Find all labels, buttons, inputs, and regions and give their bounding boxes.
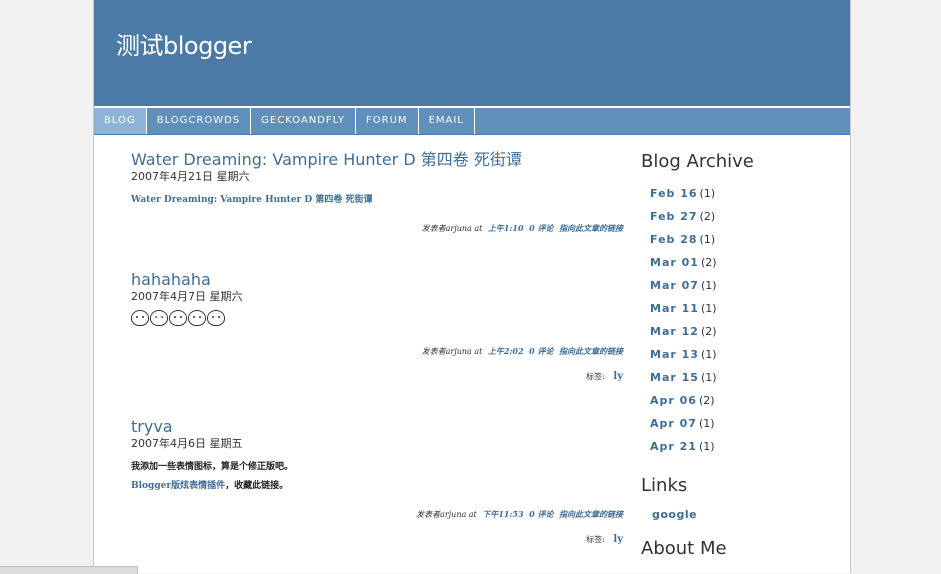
emoticon-icon [169,310,187,326]
archive-item: Mar 01 (2) [641,251,841,274]
archive-count: (1) [700,279,717,292]
archive-title: Blog Archive [641,151,754,172]
nav-item-email[interactable]: EMAIL [419,108,475,134]
post-time-link[interactable]: 下午11:53 [482,509,523,519]
post: tryva 2007年4月6日 星期五 我添加一些表情图标，算是个修正版吧。 B… [131,417,623,545]
archive-item: Feb 27 (2) [641,205,841,228]
archive-count: (2) [699,210,716,223]
labels-prefix: 标签: [586,372,605,381]
archive-item: Feb 16 (1) [641,182,841,205]
post-date: 2007年4月6日 星期五 [131,437,243,450]
archive-link[interactable]: Mar 07 [650,279,699,292]
archive-item: Mar 13 (1) [641,343,841,366]
post-comments-link[interactable]: 0 评论 [529,509,553,519]
archive-count: (2) [700,325,717,338]
post: hahahaha 2007年4月7日 星期六 发表者arjuna at 上午2:… [131,270,623,417]
post-date: 2007年4月21日 星期六 [131,170,250,183]
archive-link[interactable]: Apr 07 [650,417,697,430]
archive-count: (2) [700,256,717,269]
post-comments-link[interactable]: 0 评论 [529,223,553,233]
post-footer: 发表者arjuna at 下午11:53 0 评论 指向此文章的链接 [131,509,623,520]
archive-count: (2) [698,394,715,407]
post-body-text: 我添加一些表情图标，算是个修正版吧。 [131,462,294,472]
archive-link[interactable]: Feb 16 [650,187,698,200]
links-title: Links [641,475,688,496]
post-footer: 发表者arjuna at 上午1:10 0 评论 指向此文章的链接 [131,223,623,234]
page: 测试blogger BLOG BLOGCROWDS GECKOANDFLY FO… [93,0,851,573]
emoticon-icon [188,310,206,326]
nav-item-geckoandfly[interactable]: GECKOANDFLY [251,108,357,134]
post-time-link[interactable]: 上午1:10 [488,223,524,233]
blog-title[interactable]: 测试blogger [116,26,252,61]
label-link[interactable]: ly [613,534,623,545]
post-author: 发表者arjuna at [421,347,483,356]
post-comments-link[interactable]: 0 评论 [529,346,553,356]
post-body-link[interactable]: Blogger版炫表情插件 [131,481,225,491]
nav-item-blog[interactable]: BLOG [94,108,147,134]
post-title[interactable]: hahahaha [131,270,623,290]
archive-link[interactable]: Mar 01 [650,256,699,269]
archive-item: Mar 12 (2) [641,320,841,343]
archive-count: (1) [698,440,715,453]
post-author: 发表者arjuna at [421,224,483,233]
labels-prefix: 标签: [586,535,605,544]
archive-count: (1) [699,187,716,200]
post-date: 2007年4月7日 星期六 [131,290,243,303]
post-footer: 发表者arjuna at 上午2:02 0 评论 指向此文章的链接 [131,346,623,357]
post-permalink[interactable]: 指向此文章的链接 [559,509,623,519]
archive-link[interactable]: Mar 13 [650,348,699,361]
sidebar: Blog Archive Feb 16 (1) Feb 27 (2) Feb 28(… [641,150,841,561]
emoticon-row [131,310,623,330]
post: Water Dreaming: Vampire Hunter D 第四卷 死街谭… [131,150,623,270]
archive-link[interactable]: Mar 15 [650,371,699,384]
archive-item: Mar 07 (1) [641,274,841,297]
post-labels: 标签: ly [131,534,623,545]
blog-header: 测试blogger [94,0,850,106]
label-link[interactable]: ly [613,371,623,382]
post-time-link[interactable]: 上午2:02 [488,346,524,356]
post-labels: 标签: ly [131,371,623,382]
archive-item: Apr 21 (1) [641,435,841,458]
emoticon-icon [150,310,168,326]
nav-bar: BLOG BLOGCROWDS GECKOANDFLY FORUM EMAIL [94,107,850,135]
archive-link[interactable]: Apr 21 [650,440,697,453]
archive-item: Apr 06 (2) [641,389,841,412]
archive-item: Feb 28 (1) [641,228,841,251]
archive-link[interactable]: Mar 11 [650,302,699,315]
archive-count: (1) [700,371,717,384]
archive-count: (1) [698,417,715,430]
emoticon-icon [131,310,149,326]
archive-link[interactable]: Feb 27 [650,210,698,223]
archive-item: Mar 11 (1) [641,297,841,320]
archive-link[interactable]: Mar 12 [650,325,699,338]
archive-list: Feb 16 (1) Feb 27 (2) Feb 28 (1) Mar 01 (2) … [641,182,841,458]
archive-item: Mar 15 (1) [641,366,841,389]
post-title[interactable]: Water Dreaming: Vampire Hunter D 第四卷 死街谭 [131,150,623,170]
archive-link[interactable]: Feb 28 [650,233,698,246]
archive-count: (1) [700,302,717,315]
archive-item: Apr 07 (1) [641,412,841,435]
link-google[interactable]: google [641,508,841,521]
post-body-text-after: ，收藏此链接。 [225,481,289,491]
about-title: About Me [641,538,727,559]
post-body-line: Blogger版炫表情插件，收藏此链接。 [131,478,623,491]
post-body-link[interactable]: Water Dreaming: Vampire Hunter D 第四卷 死街谭 [131,192,623,205]
post-permalink[interactable]: 指向此文章的链接 [559,223,623,233]
nav-item-forum[interactable]: FORUM [356,108,419,134]
nav-item-blogcrowds[interactable]: BLOGCROWDS [147,108,252,134]
post-title[interactable]: tryva [131,417,623,437]
archive-count: (1) [699,233,716,246]
post-permalink[interactable]: 指向此文章的链接 [559,346,623,356]
post-author: 发表者arjuna at [416,510,477,519]
main-column: Water Dreaming: Vampire Hunter D 第四卷 死街谭… [131,150,623,545]
emoticon-icon [207,310,225,326]
archive-count: (1) [700,348,717,361]
archive-link[interactable]: Apr 06 [650,394,697,407]
